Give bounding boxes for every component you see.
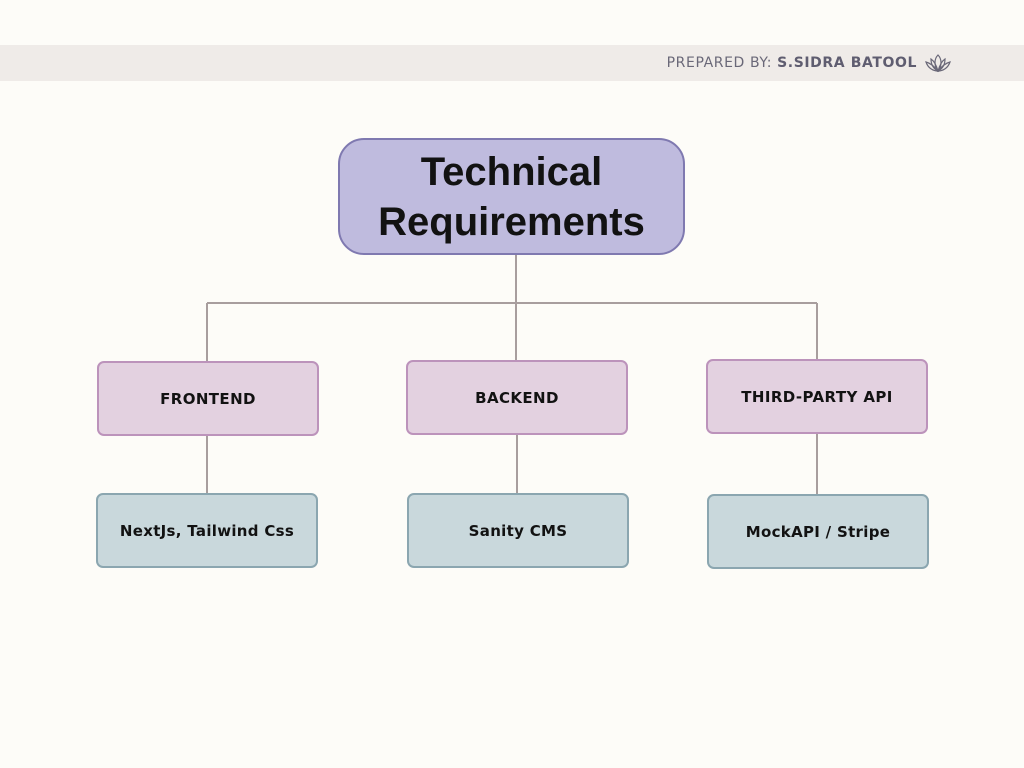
- leaf-node-third-party-api: MockAPI / Stripe: [707, 494, 929, 569]
- root-node: Technical Requirements: [338, 138, 685, 255]
- root-title-line-2: Requirements: [378, 199, 645, 244]
- category-node-backend: BACKEND: [406, 360, 628, 435]
- leaf-label: Sanity CMS: [468, 521, 568, 540]
- leaf-node-frontend: NextJs, Tailwind Css: [96, 493, 318, 568]
- category-node-frontend: FRONTEND: [97, 361, 319, 436]
- root-title: Technical Requirements: [378, 147, 645, 247]
- category-node-third-party-api: THIRD-PARTY API: [706, 359, 928, 434]
- leaf-node-backend: Sanity CMS: [407, 493, 629, 568]
- leaf-label: MockAPI / Stripe: [745, 522, 891, 541]
- category-label: THIRD-PARTY API: [741, 387, 893, 406]
- root-title-line-1: Technical: [420, 149, 603, 194]
- category-label: BACKEND: [475, 388, 559, 407]
- leaf-label: NextJs, Tailwind Css: [119, 521, 295, 540]
- category-label: FRONTEND: [160, 389, 256, 408]
